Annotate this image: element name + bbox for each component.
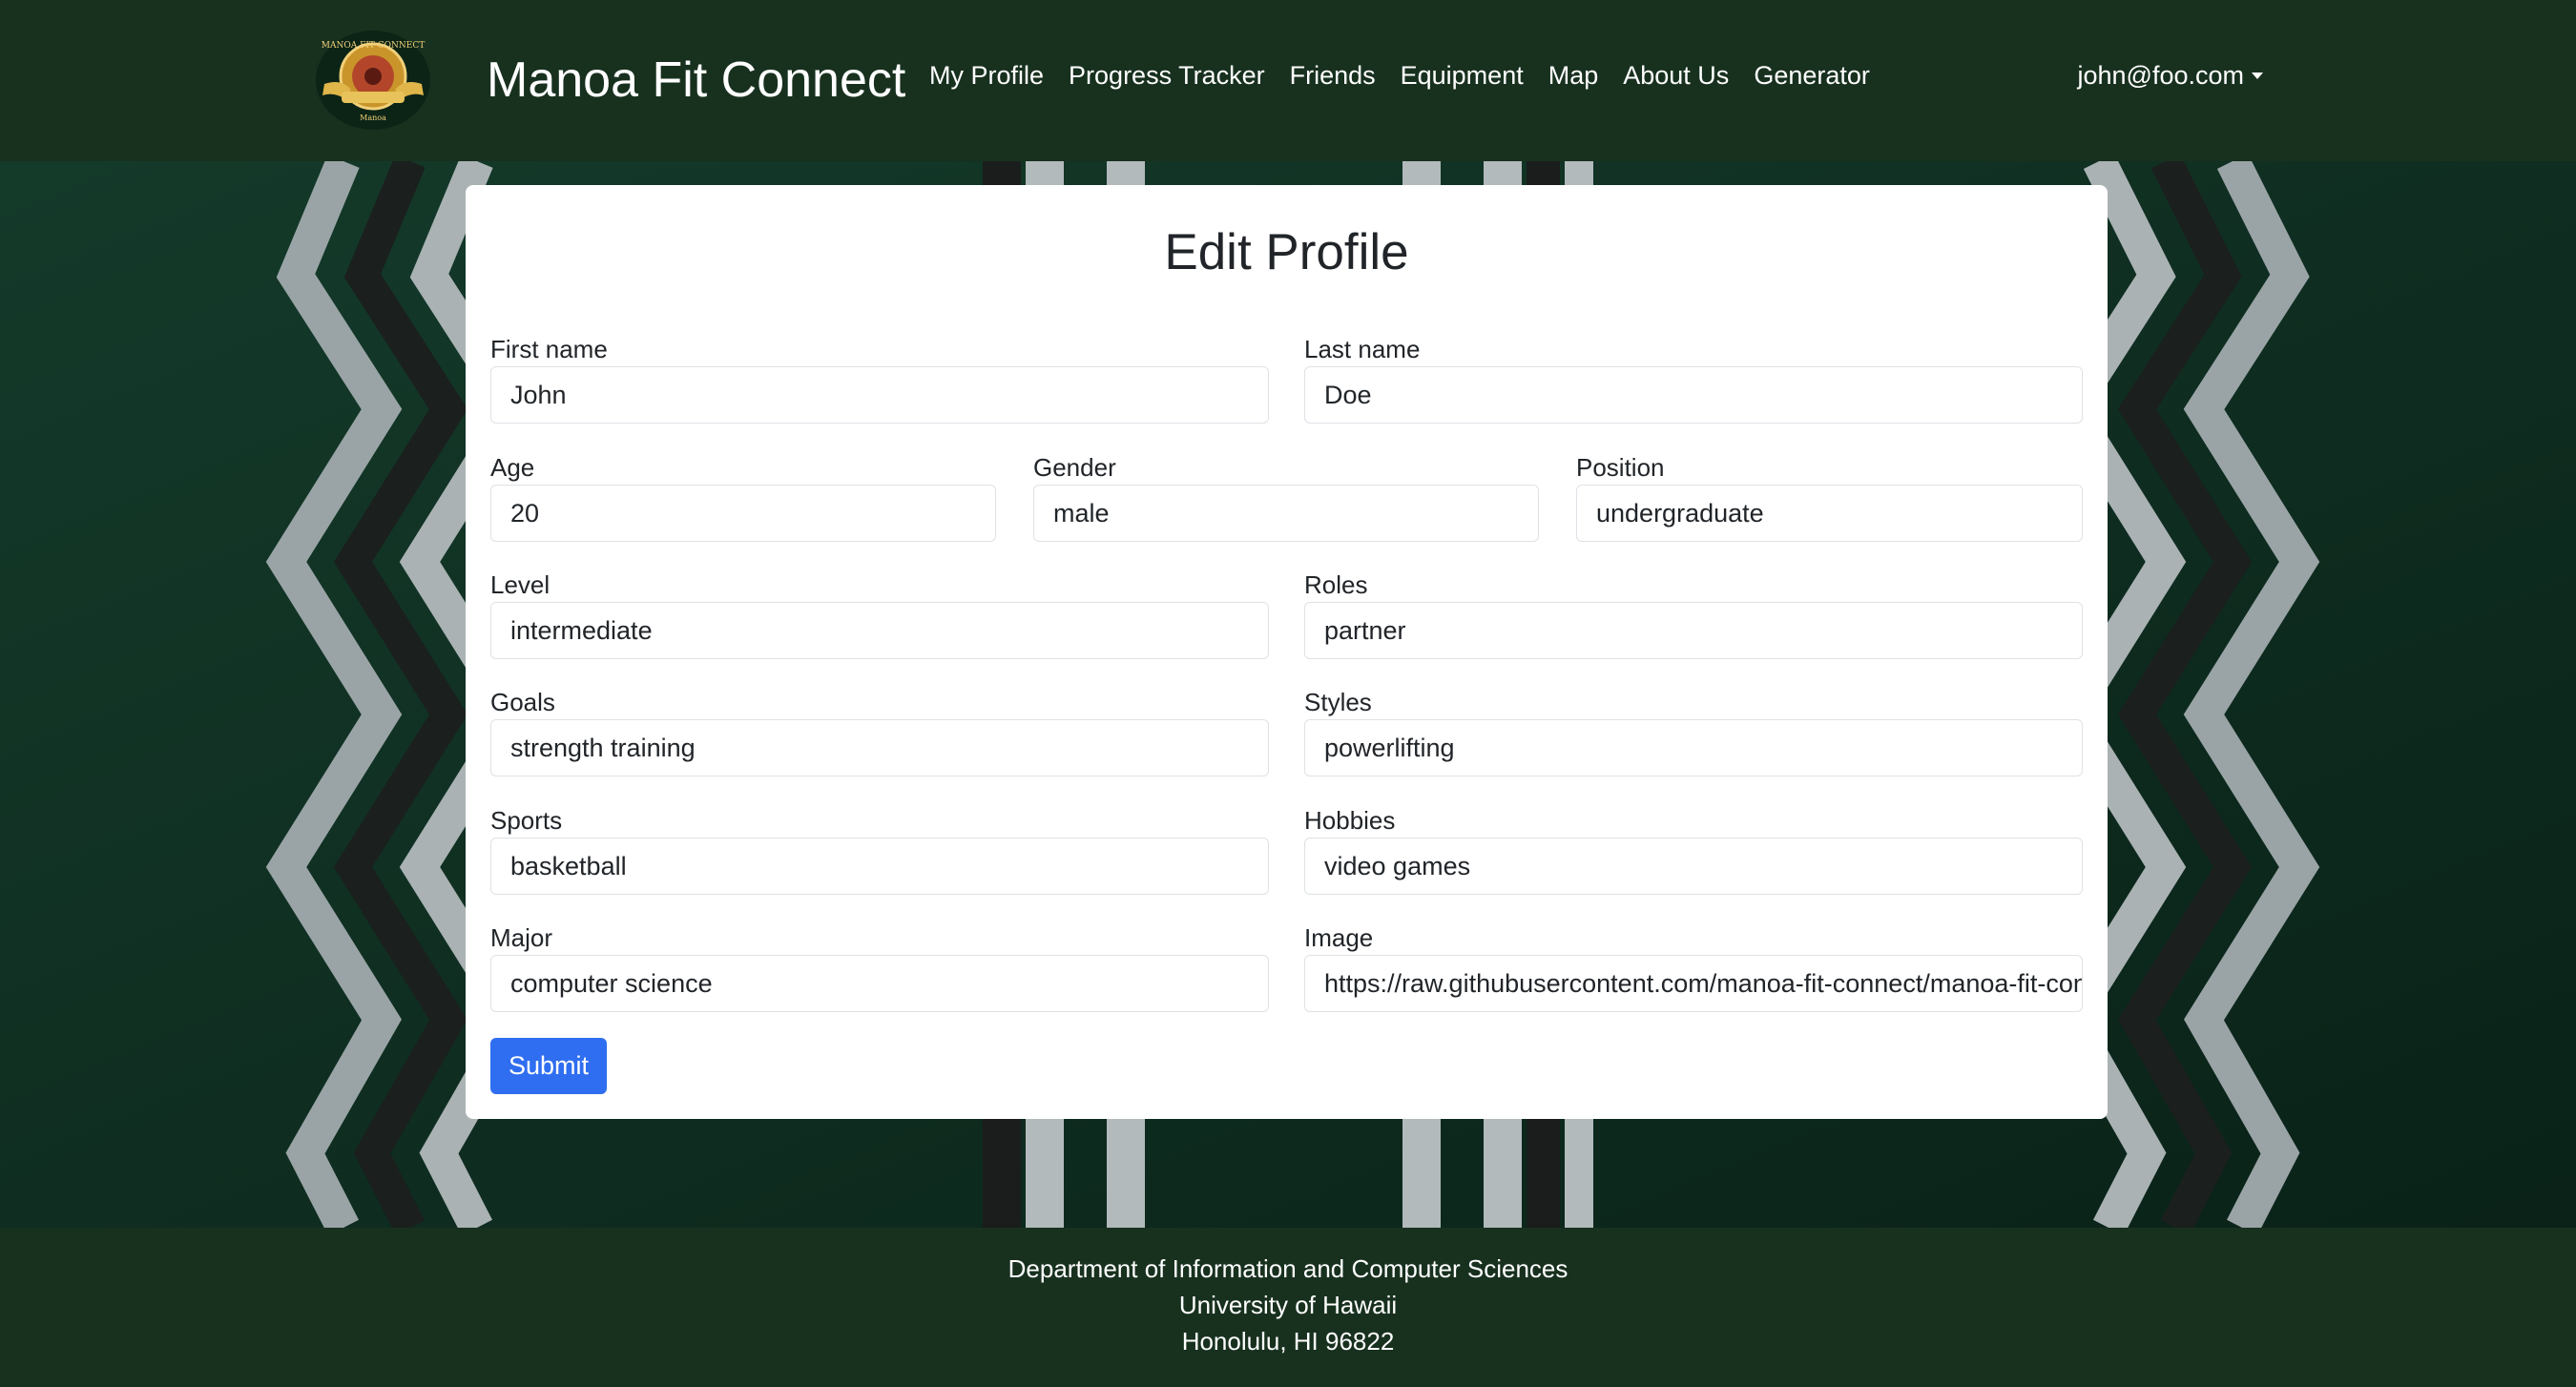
gender-input[interactable]: male (1033, 485, 1539, 542)
level-input[interactable]: intermediate (490, 602, 1269, 659)
image-group: Image https://raw.githubusercontent.com/… (1304, 921, 2083, 1012)
user-email: john@foo.com (2077, 61, 2245, 90)
roles-input[interactable]: partner (1304, 602, 2083, 659)
nav-my-profile[interactable]: My Profile (929, 61, 1044, 91)
level-label: Level (490, 570, 551, 599)
first-name-input[interactable]: John (490, 366, 1269, 424)
navbar: MANOA FIT CONNECT Manoa Manoa Fit Connec… (0, 0, 2576, 161)
age-group: Age 20 (490, 450, 996, 542)
image-url-input[interactable]: https://raw.githubusercontent.com/manoa-… (1304, 955, 2083, 1012)
major-group: Major computer science (490, 921, 1269, 1012)
level-group: Level intermediate (490, 568, 1269, 659)
image-label: Image (1304, 923, 1374, 952)
footer-department: Department of Information and Computer S… (1008, 1254, 1568, 1283)
hobbies-input[interactable]: video games (1304, 838, 2083, 895)
position-label: Position (1576, 453, 1665, 482)
gender-label: Gender (1033, 453, 1116, 482)
goals-input[interactable]: strength training (490, 719, 1269, 776)
nav-progress-tracker[interactable]: Progress Tracker (1069, 61, 1265, 91)
nav-generator[interactable]: Generator (1754, 61, 1870, 91)
last-name-input[interactable]: Doe (1304, 366, 2083, 424)
sports-input[interactable]: basketball (490, 838, 1269, 895)
user-dropdown[interactable]: john@foo.com (2077, 61, 2263, 91)
page-title: Edit Profile (1164, 224, 1409, 280)
edit-profile-card: Edit Profile First name John Last name D… (466, 185, 2108, 1119)
hobbies-group: Hobbies video games (1304, 803, 2083, 895)
nav-friends[interactable]: Friends (1290, 61, 1376, 91)
first-name-group: First name John (490, 332, 1269, 424)
manoa-fit-connect-logo-icon[interactable]: MANOA FIT CONNECT Manoa (313, 29, 433, 132)
nav-about-us[interactable]: About Us (1623, 61, 1729, 91)
styles-input[interactable]: powerlifting (1304, 719, 2083, 776)
major-label: Major (490, 923, 553, 952)
position-group: Position undergraduate (1576, 450, 2083, 542)
roles-group: Roles partner (1304, 568, 2083, 659)
sports-group: Sports basketball (490, 803, 1269, 895)
hobbies-label: Hobbies (1304, 806, 1396, 835)
svg-text:MANOA FIT CONNECT: MANOA FIT CONNECT (322, 41, 425, 51)
last-name-label: Last name (1304, 335, 1421, 363)
last-name-group: Last name Doe (1304, 332, 2083, 424)
roles-label: Roles (1304, 570, 1368, 599)
svg-text:Manoa: Manoa (360, 114, 386, 122)
styles-label: Styles (1304, 688, 1372, 716)
footer-university: University of Hawaii (1178, 1291, 1398, 1319)
nav-equipment[interactable]: Equipment (1401, 61, 1524, 91)
styles-group: Styles powerlifting (1304, 685, 2083, 776)
major-input[interactable]: computer science (490, 955, 1269, 1012)
brand-title[interactable]: Manoa Fit Connect (487, 52, 905, 109)
sports-label: Sports (490, 806, 563, 835)
position-input[interactable]: undergraduate (1576, 485, 2083, 542)
gender-group: Gender male (1033, 450, 1539, 542)
first-name-label: First name (490, 335, 608, 363)
chevron-down-icon (2252, 72, 2263, 79)
age-label: Age (490, 453, 535, 482)
footer-address: Honolulu, HI 96822 (1181, 1327, 1395, 1356)
nav-links: My Profile Progress Tracker Friends Equi… (929, 61, 1895, 91)
submit-button[interactable]: Submit (490, 1038, 607, 1094)
goals-group: Goals strength training (490, 685, 1269, 776)
nav-map[interactable]: Map (1548, 61, 1599, 91)
footer: Department of Information and Computer S… (0, 1228, 2576, 1387)
age-input[interactable]: 20 (490, 485, 996, 542)
goals-label: Goals (490, 688, 555, 716)
